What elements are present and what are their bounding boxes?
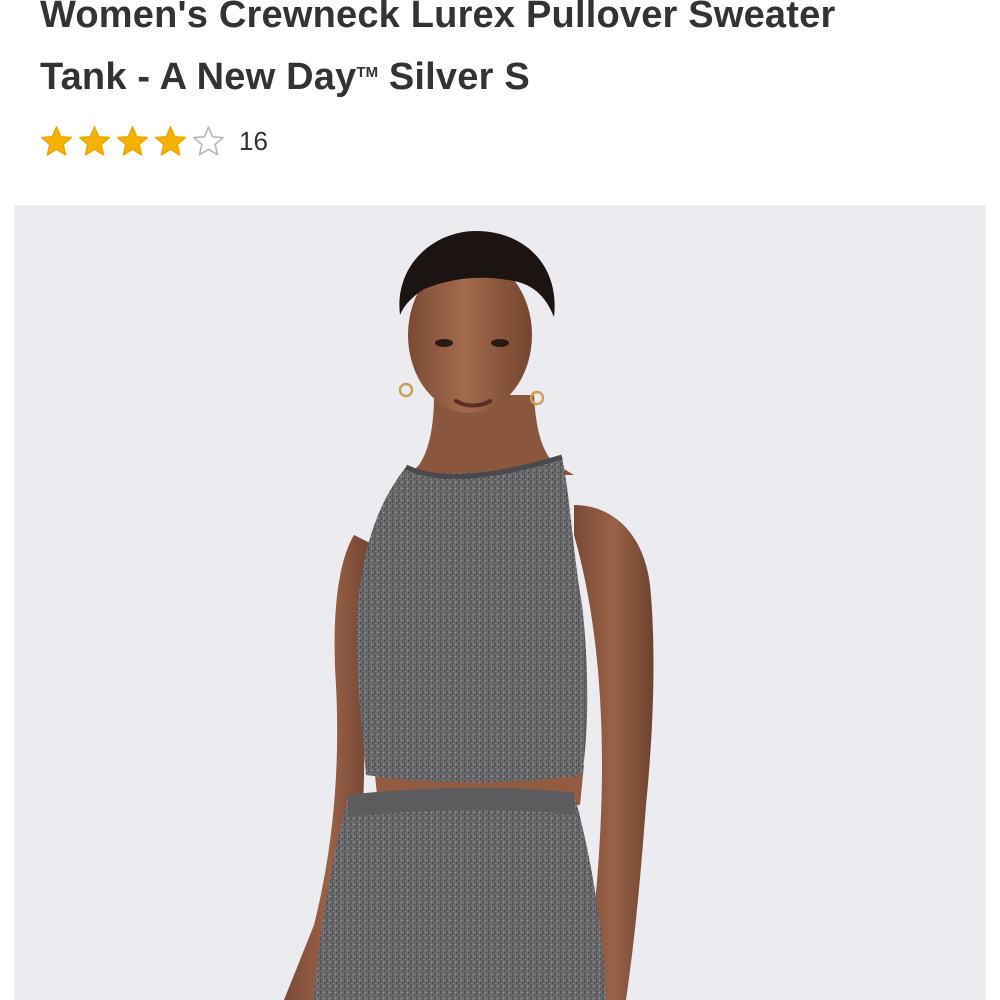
- product-image[interactable]: [14, 205, 986, 1000]
- star-icon: [116, 125, 149, 158]
- review-count[interactable]: 16: [239, 126, 268, 157]
- star-rating: [40, 125, 230, 158]
- product-title: Women's Crewneck Lurex Pullover Sweater …: [40, 0, 980, 106]
- star-icon: [78, 125, 111, 158]
- star-icon: [40, 125, 73, 158]
- trademark-symbol: TM: [356, 64, 379, 81]
- product-title-line2: Tank - A New Day: [40, 56, 357, 98]
- star-icon: [192, 125, 225, 158]
- rating-summary[interactable]: 16: [40, 122, 268, 160]
- product-page: Women's Crewneck Lurex Pullover Sweater …: [0, 0, 1000, 1000]
- star-icon: [154, 125, 187, 158]
- product-title-line1: Women's Crewneck Lurex Pullover Sweater: [40, 0, 836, 36]
- product-title-variant: Silver S: [378, 56, 530, 98]
- model-photo-illustration: [284, 231, 654, 1000]
